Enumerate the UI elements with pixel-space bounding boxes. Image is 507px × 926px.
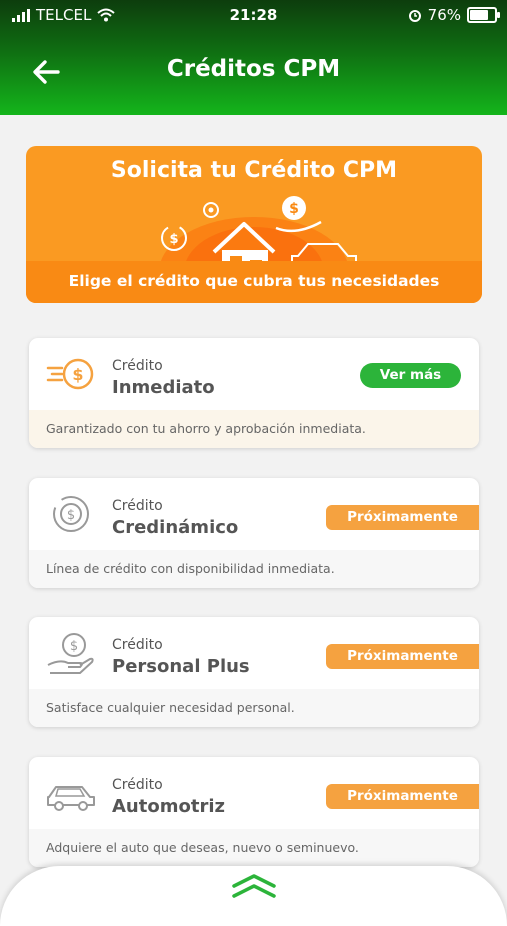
svg-text:$: $ (289, 201, 299, 217)
promo-banner[interactable]: Solicita tu Crédito CPM $ $ Elige el cré… (26, 146, 482, 303)
double-chevron-up-icon[interactable] (230, 872, 278, 898)
gear-icon (203, 202, 219, 218)
status-right: 76% (408, 6, 500, 24)
ver-mas-button[interactable]: Ver más (360, 363, 461, 388)
coming-soon-badge: Próximamente (326, 784, 479, 809)
credit-card-inmediato[interactable]: $ Crédito Inmediato Ver más Garantizado … (29, 338, 479, 448)
money-cycle-icon: $ (53, 496, 89, 532)
card-description: Satisface cualquier necesidad personal. (29, 689, 479, 727)
card-description: Línea de crédito con disponibilidad inme… (29, 550, 479, 588)
coming-soon-badge: Próximamente (326, 505, 479, 530)
battery-icon (467, 7, 500, 23)
card-title: Inmediato (112, 377, 215, 398)
card-kicker: Crédito (112, 637, 163, 653)
credit-card-automotriz[interactable]: Crédito Automotriz Próximamente Adquiere… (29, 757, 479, 867)
card-kicker: Crédito (112, 777, 163, 793)
svg-text:$: $ (169, 232, 178, 247)
banner-headline: Solicita tu Crédito CPM (110, 158, 398, 183)
credit-card-personal-plus[interactable]: $ Crédito Personal Plus Próximamente Sat… (29, 617, 479, 727)
card-title: Automotriz (112, 796, 225, 817)
banner-subtitle: Elige el crédito que cubra tus necesidad… (26, 261, 482, 303)
status-bar: TELCEL 21:28 76% (0, 6, 507, 26)
card-title: Credinámico (112, 517, 239, 538)
svg-text:$: $ (72, 365, 83, 384)
card-kicker: Crédito (112, 358, 163, 374)
app-header: TELCEL 21:28 76% Créditos CPM (0, 0, 507, 115)
card-title: Personal Plus (112, 656, 250, 677)
card-description: Garantizado con tu ahorro y aprobación i… (29, 410, 479, 448)
card-description: Adquiere el auto que deseas, nuevo o sem… (29, 829, 479, 867)
page-title: Créditos CPM (166, 56, 341, 82)
car-icon (47, 786, 95, 811)
hand-money-icon: $ (47, 633, 94, 674)
coming-soon-badge: Próximamente (326, 644, 479, 669)
svg-text:$: $ (70, 639, 78, 654)
bottom-sheet-handle[interactable] (0, 866, 507, 926)
battery-percent: 76% (427, 6, 461, 24)
card-kicker: Crédito (112, 498, 163, 514)
money-speed-icon: $ (46, 358, 94, 390)
credit-card-credinamico[interactable]: $ Crédito Credinámico Próximamente Línea… (29, 478, 479, 588)
svg-text:$: $ (67, 508, 75, 523)
alarm-icon (408, 10, 421, 22)
